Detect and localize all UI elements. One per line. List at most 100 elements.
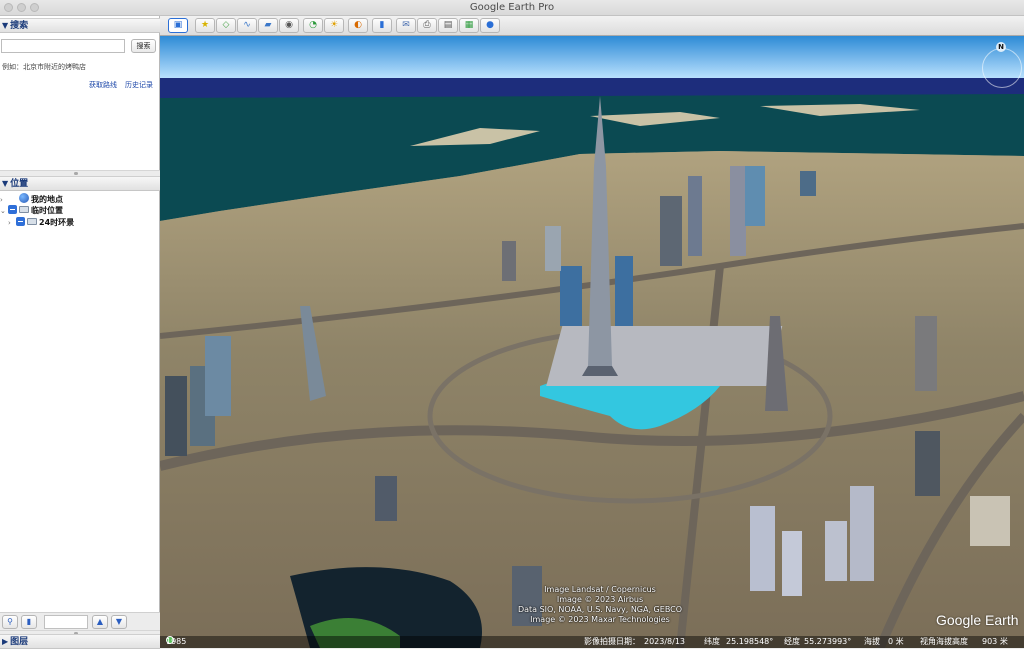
places-panel-header[interactable]: ▼ 位置 <box>0 176 160 191</box>
save-image-icon: ▤ <box>443 20 453 30</box>
add-path-button[interactable]: ∿ <box>237 18 257 33</box>
checkbox[interactable] <box>8 205 17 214</box>
layers-panel-header[interactable]: ▶ 图层 <box>0 634 160 649</box>
move-up-button[interactable]: ▲ <box>92 615 108 629</box>
imagery-credits: Image Landsat / Copernicus Image © 2023 … <box>490 585 710 625</box>
compass-ring-icon[interactable] <box>982 48 1022 88</box>
sidebar: ▼ 搜索 搜索 例如：北京市附近的烤鸭店 获取路线 历史记录 ▼ 位置 › 我的地点 ⌄… <box>0 16 160 649</box>
arrow-down-icon: ▼ <box>115 617 123 626</box>
search-links: 获取路线 历史记录 <box>81 80 153 90</box>
toggle-sidebar-button[interactable]: ▣ <box>168 18 188 33</box>
places-panel-title: 位置 <box>10 179 29 189</box>
credit-line: Image © 2023 Airbus <box>556 595 644 604</box>
move-down-button[interactable]: ▼ <box>111 615 127 629</box>
sunlight-button[interactable]: ☀ <box>324 18 344 33</box>
path-icon: ∿ <box>243 20 251 30</box>
print-icon: ⎙ <box>423 20 431 30</box>
earth-icon: ● <box>486 20 494 30</box>
building <box>970 496 1010 546</box>
imagery-date: 2023/8/13 <box>644 637 686 646</box>
add-polygon-button[interactable]: ◇ <box>216 18 236 33</box>
north-indicator[interactable]: N <box>996 42 1006 52</box>
ruler-icon: ▮ <box>379 20 385 30</box>
navigation-compass[interactable]: N <box>978 42 1024 88</box>
my-places-globe-icon <box>19 193 29 203</box>
tree-item-label: 我的地点 <box>31 195 63 204</box>
eye-altitude-label: 视角海拔高度 <box>920 637 968 646</box>
checkbox[interactable] <box>8 194 17 203</box>
elevation-label: 海拔 <box>864 637 880 646</box>
mall <box>546 326 783 386</box>
earliest-year: 1985 <box>166 637 187 646</box>
tree-item-my-places[interactable]: › 我的地点 <box>0 193 63 205</box>
collapse-triangle-icon: ▼ <box>2 21 9 30</box>
search-panel-header[interactable]: ▼ 搜索 <box>0 18 160 33</box>
view-in-maps-button[interactable]: ▦ <box>459 18 479 33</box>
record-tour-icon: ◉ <box>285 20 293 30</box>
search-input[interactable] <box>1 39 125 53</box>
expand-arrow-icon[interactable]: › <box>8 217 16 229</box>
places-filter-input[interactable] <box>44 615 88 629</box>
add-image-overlay-button[interactable]: ▰ <box>258 18 278 33</box>
title-bar: Google Earth Pro <box>0 0 1024 16</box>
tree-item-label: 临时位置 <box>31 206 63 215</box>
google-earth-logo: Google Earth <box>936 612 1019 628</box>
historical-imagery-button[interactable]: ◔ <box>303 18 323 33</box>
record-tour-button[interactable]: ◉ <box>279 18 299 33</box>
search-places-button[interactable]: ⚲ <box>2 615 18 629</box>
planets-button[interactable]: ◐ <box>348 18 368 33</box>
building <box>165 376 187 456</box>
longitude-value: 55.273993° <box>804 637 852 646</box>
building <box>745 166 765 226</box>
building <box>915 316 937 391</box>
places-bottom-toolbar: ⚲ ▮ ▲ ▼ <box>0 612 160 630</box>
window-title: Google Earth Pro <box>469 2 555 13</box>
building <box>615 256 633 326</box>
sidebar-toggle-icon: ▣ <box>173 20 183 30</box>
collapse-triangle-icon: ▼ <box>2 179 9 188</box>
main-toolbar: ▣ ★ ◇ ∿ ▰ ◉ ◔ ☀ ◐ ▮ ✉ ⎙ ▤ ▦ ● <box>160 16 1024 36</box>
layers-panel-title: 图层 <box>10 637 29 647</box>
search-example-text: 例如：北京市附近的烤鸭店 <box>2 63 86 71</box>
building <box>688 176 702 256</box>
search-panel-title: 搜索 <box>10 21 29 31</box>
print-button[interactable]: ⎙ <box>417 18 437 33</box>
building <box>915 431 940 496</box>
building <box>560 266 582 326</box>
expand-triangle-icon: ▶ <box>2 637 9 646</box>
credit-line: Data SIO, NOAA, U.S. Navy, NGA, GEBCO <box>517 605 683 614</box>
tree-item-24h-panorama[interactable]: › 24时环景 <box>8 217 74 229</box>
city-aerial-scene <box>160 36 1024 648</box>
ruler-button[interactable]: ▮ <box>372 18 392 33</box>
search-button[interactable]: 搜索 <box>131 39 156 53</box>
building <box>545 226 561 271</box>
email-button[interactable]: ✉ <box>396 18 416 33</box>
building <box>825 521 847 581</box>
tree-item-label: 24时环景 <box>39 218 75 227</box>
building <box>660 196 682 266</box>
magnifier-icon: ⚲ <box>7 617 13 626</box>
tower-base <box>582 366 618 376</box>
building <box>800 171 816 196</box>
building <box>205 336 231 416</box>
add-placemark-button[interactable]: ★ <box>195 18 215 33</box>
toggle-panel-button[interactable]: ▮ <box>21 615 37 629</box>
placemark-icon: ★ <box>200 20 210 30</box>
save-image-button[interactable]: ▤ <box>438 18 458 33</box>
checkbox[interactable] <box>16 217 25 226</box>
splitter-grip-icon <box>74 172 78 175</box>
credit-line: Image Landsat / Copernicus <box>544 585 656 594</box>
latitude-value: 25.198548° <box>726 637 774 646</box>
earth-3d-view[interactable]: N Image Landsat / Copernicus Image © 202… <box>160 36 1024 648</box>
history-link[interactable]: 历史记录 <box>125 81 153 89</box>
earth-button[interactable]: ● <box>480 18 500 33</box>
get-directions-link[interactable]: 获取路线 <box>89 81 117 89</box>
image-overlay-icon: ▰ <box>264 20 272 30</box>
planets-icon: ◐ <box>354 20 362 30</box>
arrow-up-icon: ▲ <box>96 617 104 626</box>
folder-icon <box>19 206 29 213</box>
expand-arrow-icon[interactable]: ⌄ <box>0 205 8 217</box>
building <box>502 241 516 281</box>
panel-icon: ▮ <box>26 617 32 626</box>
tree-item-temporary-places[interactable]: ⌄ 临时位置 <box>0 205 63 217</box>
